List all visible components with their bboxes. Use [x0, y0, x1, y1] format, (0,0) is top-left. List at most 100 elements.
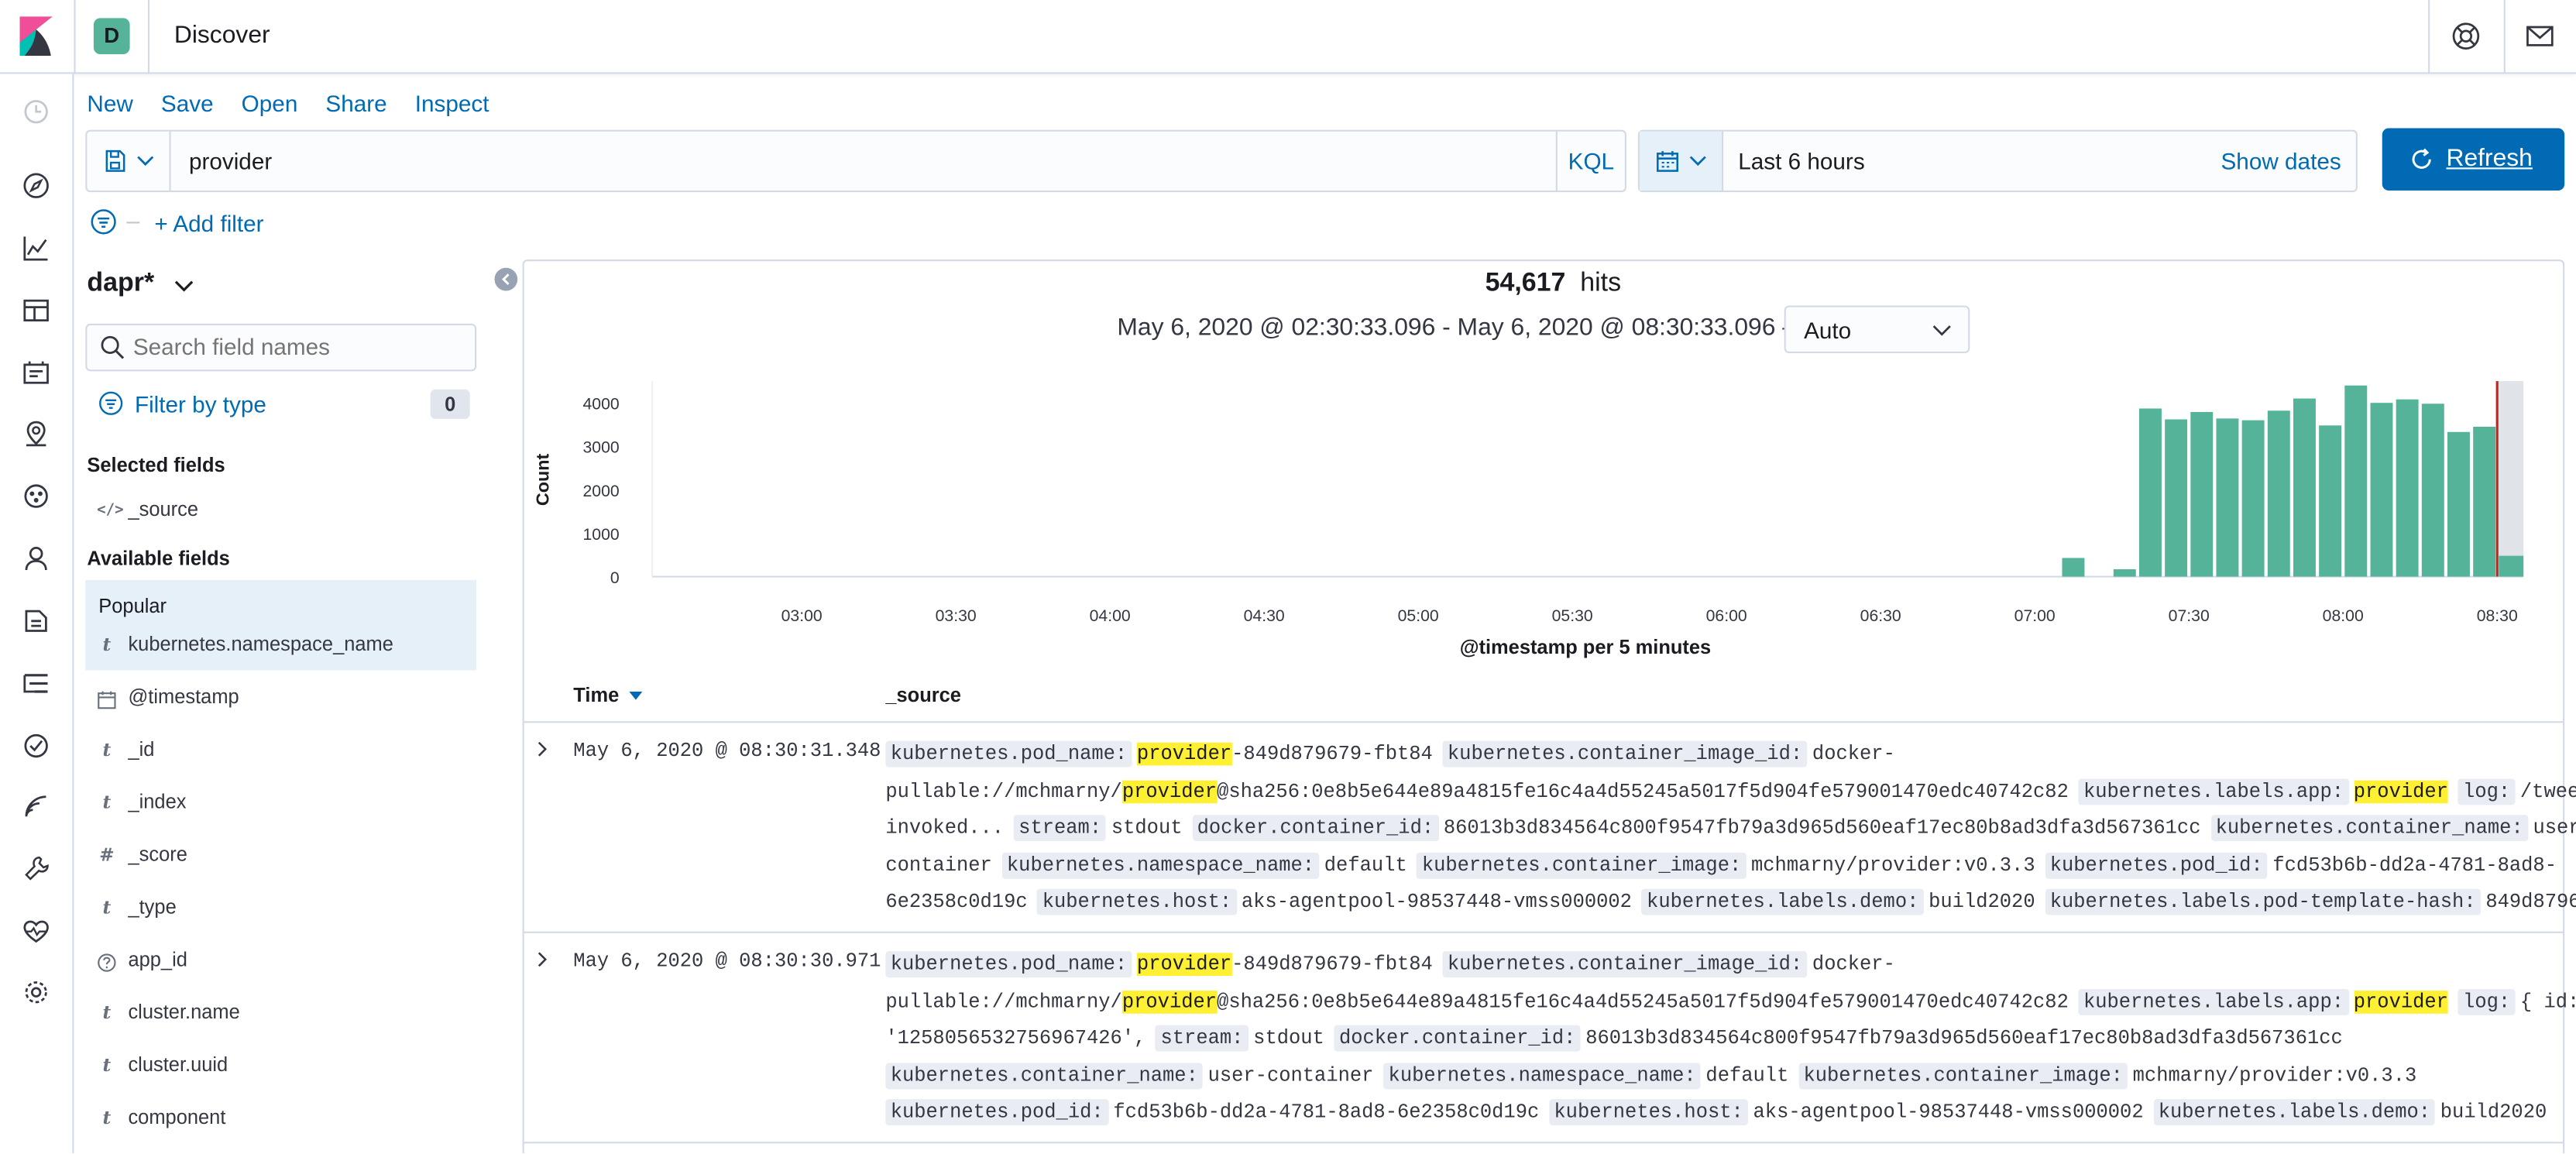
space-avatar[interactable]: D: [93, 18, 130, 54]
source-field-value: '1258056532756967426',: [885, 1027, 1145, 1050]
logs-icon[interactable]: [22, 606, 51, 636]
field-item[interactable]: t _index: [85, 782, 476, 828]
new-link[interactable]: New: [87, 91, 132, 117]
source-field-value: docker-: [1812, 953, 1895, 976]
interval-select[interactable]: Auto: [1784, 305, 1970, 354]
selected-fields-heading: Selected fields: [87, 453, 225, 477]
header-bar: D Discover: [0, 0, 2576, 74]
source-column-header: _source: [885, 683, 961, 707]
unknown-type-icon: [98, 953, 116, 972]
filter-icon: [99, 391, 123, 415]
field-item[interactable]: # _score: [85, 835, 476, 881]
query-language-button[interactable]: KQL: [1555, 131, 1625, 191]
source-field-key: kubernetes.container_image:: [1798, 1062, 2128, 1089]
search-icon: [101, 335, 125, 359]
field-item[interactable]: t kubernetes.namespace_name: [85, 624, 476, 670]
management-gear-icon[interactable]: [22, 977, 51, 1007]
recently-viewed-clock-icon[interactable]: [22, 97, 51, 126]
refresh-button[interactable]: Refresh: [2382, 128, 2565, 191]
add-filter-button[interactable]: + Add filter: [154, 211, 263, 237]
apm-icon[interactable]: [22, 731, 51, 761]
source-field-key: kubernetes.pod_id:: [885, 1099, 1109, 1126]
saved-query-menu-button[interactable]: [87, 131, 171, 191]
histogram-bar: [2370, 403, 2393, 577]
string-type-icon: t: [102, 1001, 112, 1024]
source-field-value: build2020: [2440, 1101, 2547, 1124]
quick-select-button[interactable]: [1639, 131, 1724, 191]
value-text: build2020: [2440, 1101, 2547, 1124]
search-field-names-input[interactable]: [132, 333, 462, 360]
query-input[interactable]: provider: [189, 148, 272, 174]
hits-count: 54,617: [1485, 269, 1566, 297]
inspect-link[interactable]: Inspect: [415, 91, 489, 117]
date-type-icon: [98, 691, 116, 709]
machine-learning-icon[interactable]: [22, 482, 51, 511]
save-link[interactable]: Save: [161, 91, 214, 117]
x-axis-title: @timestamp per 5 minutes: [1460, 637, 1712, 658]
code-icon: </>: [97, 503, 124, 520]
field-item[interactable]: t component: [85, 1097, 476, 1143]
sort-caret-down-icon[interactable]: [629, 692, 643, 702]
expand-row-arrow-icon[interactable]: [532, 740, 551, 759]
siem-icon[interactable]: [22, 544, 51, 573]
available-fields-heading: Available fields: [87, 547, 230, 571]
field-name: app_id: [128, 947, 187, 971]
stack-monitoring-heart-icon[interactable]: [22, 917, 51, 946]
top-nav-menu: New Save Open Share Inspect: [87, 91, 517, 117]
index-pattern-selector[interactable]: dapr*: [87, 269, 194, 299]
expand-row-arrow-icon[interactable]: [532, 950, 551, 969]
field-name: @timestamp: [128, 685, 239, 709]
source-line: kubernetes.pod_name: provider-849d879679-…: [885, 946, 2537, 984]
source-field-key: kubernetes.labels.app:: [2078, 778, 2349, 805]
time-range-text: May 6, 2020 @ 02:30:33.096 - May 6, 2020…: [1117, 314, 1808, 342]
row-source: kubernetes.pod_name: provider-849d879679-…: [885, 736, 2576, 921]
value-text: mchmarny/provider:v0.3.3: [1751, 853, 2035, 877]
field-item[interactable]: app_id: [85, 939, 476, 985]
field-item[interactable]: t _type: [85, 887, 476, 932]
query-bar: provider KQL: [85, 129, 1626, 193]
collapse-sidebar-button[interactable]: [494, 267, 518, 291]
share-link[interactable]: Share: [325, 91, 386, 117]
discover-compass-icon[interactable]: [22, 171, 51, 201]
filter-menu-icon[interactable]: [91, 208, 117, 235]
table-divider: [524, 721, 2564, 723]
infrastructure-icon[interactable]: [22, 668, 51, 698]
source-field-key: kubernetes.container_image_id:: [1442, 740, 1808, 768]
x-tick-label: 05:00: [1398, 607, 1439, 625]
string-type-icon: t: [102, 1107, 112, 1129]
source-field-key: kubernetes.pod_id:: [2045, 851, 2269, 878]
source-field-key: log:: [2458, 987, 2516, 1015]
saved-query-disk-icon: [105, 149, 125, 172]
index-pattern-name: dapr*: [87, 269, 155, 297]
show-dates-link[interactable]: Show dates: [2221, 148, 2341, 174]
newsfeed-mail-icon[interactable]: [2525, 22, 2554, 51]
maps-icon[interactable]: [22, 419, 51, 448]
source-field-value: provider: [2353, 779, 2448, 803]
field-item[interactable]: t cluster.uuid: [85, 1045, 476, 1090]
time-range-label[interactable]: Last 6 hours: [1738, 148, 1864, 174]
time-picker: Last 6 hours Show dates: [1637, 129, 2358, 193]
value-text: { id:: [2519, 990, 2576, 1013]
canvas-icon[interactable]: [22, 358, 51, 387]
source-line: '1258056532756967426', stream: stdout docke…: [885, 1020, 2537, 1057]
dev-tools-wrench-icon[interactable]: [22, 854, 51, 884]
value-text: 86013b3d834564c800f9547fb79a3d965d560eaf…: [1585, 1026, 2343, 1050]
source-field-value: default: [1324, 853, 1407, 877]
open-link[interactable]: Open: [242, 91, 298, 117]
filter-by-type-button[interactable]: Filter by type 0: [98, 389, 473, 419]
uptime-icon[interactable]: [22, 792, 51, 821]
dashboard-icon[interactable]: [22, 296, 51, 325]
kibana-logo-icon[interactable]: [19, 16, 53, 57]
time-column-header[interactable]: Time: [573, 683, 643, 706]
field-item[interactable]: @timestamp: [85, 677, 476, 723]
visualize-icon[interactable]: [22, 233, 51, 263]
source-field-value: default: [1705, 1063, 1788, 1087]
histogram-bar: [2062, 558, 2085, 577]
source-field-key: docker.container_id:: [1192, 815, 1439, 842]
source-field-key: kubernetes.container_name:: [885, 1062, 1204, 1089]
source-field-key: log:: [2458, 778, 2516, 805]
field-item[interactable]: </> _source: [85, 489, 476, 535]
field-item[interactable]: t _id: [85, 730, 476, 775]
help-icon[interactable]: [2451, 22, 2481, 51]
field-item[interactable]: t cluster.name: [85, 992, 476, 1038]
